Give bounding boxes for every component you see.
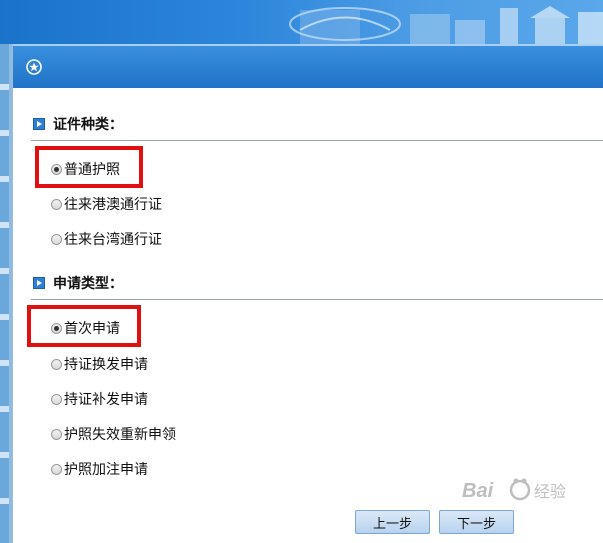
previous-step-button[interactable]: 上一步 — [355, 510, 430, 534]
option-label: 护照加注申请 — [64, 462, 148, 478]
radio-unchecked-icon[interactable] — [51, 393, 62, 405]
radio-taiwan-permit[interactable]: 往来台湾通行证 — [51, 229, 162, 249]
radio-renewal-application[interactable]: 持证换发申请 — [51, 354, 148, 374]
highlight-box-passport — [35, 146, 143, 188]
skyline-decoration — [289, 6, 603, 44]
section-arrow-icon — [33, 118, 45, 130]
svg-text:Bai: Bai — [462, 480, 494, 502]
section-arrow-icon — [33, 277, 45, 289]
radio-hk-macau-permit[interactable]: 往来港澳通行证 — [51, 194, 162, 214]
dialog-header — [13, 44, 603, 88]
passport-application-dialog: 证件种类： 普通护照 往来港澳通行证 往来台湾通行证 申请类型： 首次申请 持证… — [12, 44, 603, 543]
option-label: 持证补发申请 — [64, 392, 148, 408]
background-window-edge — [0, 44, 12, 543]
option-label: 持证换发申请 — [64, 357, 148, 373]
app-logo-icon — [26, 59, 42, 75]
next-step-button[interactable]: 下一步 — [439, 510, 514, 534]
top-banner — [0, 0, 603, 44]
radio-unchecked-icon[interactable] — [51, 233, 62, 245]
document-type-title-text: 证件种类： — [53, 117, 123, 133]
option-label: 护照失效重新申领 — [64, 427, 176, 443]
radio-endorsement-application[interactable]: 护照加注申请 — [51, 459, 148, 479]
radio-replacement-application[interactable]: 持证补发申请 — [51, 389, 148, 409]
radio-reissue-expired-passport[interactable]: 护照失效重新申领 — [51, 424, 176, 444]
baidu-jingyan-watermark: Bai 经验 — [462, 478, 566, 502]
application-type-section-title: 申请类型： — [33, 273, 123, 293]
document-type-section-title: 证件种类： — [33, 114, 123, 134]
radio-unchecked-icon[interactable] — [51, 198, 62, 210]
radio-unchecked-icon[interactable] — [51, 358, 62, 370]
option-label: 往来台湾通行证 — [64, 232, 162, 248]
application-type-title-text: 申请类型： — [53, 276, 123, 292]
section-divider — [31, 140, 603, 141]
highlight-box-first-application — [27, 305, 141, 347]
section-divider — [31, 299, 603, 300]
radio-unchecked-icon[interactable] — [51, 463, 62, 475]
svg-text:经验: 经验 — [534, 482, 566, 501]
option-label: 往来港澳通行证 — [64, 197, 162, 213]
radio-unchecked-icon[interactable] — [51, 428, 62, 440]
